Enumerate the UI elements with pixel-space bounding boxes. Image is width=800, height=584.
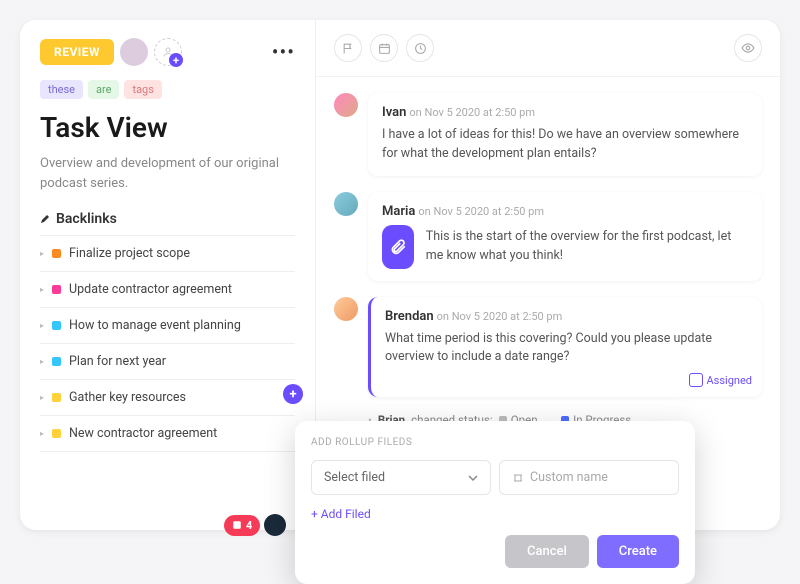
- bottom-collaborators[interactable]: 4: [224, 514, 286, 536]
- add-rollup-modal: ADD ROLLUP FILEDS Select filed Custom na…: [295, 421, 695, 584]
- create-button[interactable]: Create: [597, 535, 679, 568]
- backlink-item[interactable]: ▸How to manage event planning: [40, 308, 295, 344]
- caret-icon: ▸: [40, 393, 44, 402]
- avatar: [264, 514, 286, 536]
- tag[interactable]: tags: [124, 80, 161, 99]
- cancel-button[interactable]: Cancel: [505, 535, 589, 568]
- assignee-avatar[interactable]: [120, 38, 148, 66]
- status-color: [52, 393, 61, 402]
- comment: Maria on Nov 5 2020 at 2:50 pm This is t…: [334, 192, 762, 281]
- custom-name-input[interactable]: Custom name: [499, 460, 679, 495]
- comment-author: Brendan: [385, 309, 434, 324]
- more-menu[interactable]: •••: [272, 40, 295, 64]
- comment-timestamp: on Nov 5 2020 at 2:50 pm: [437, 310, 563, 323]
- comment-text: This is the start of the overview for th…: [426, 228, 748, 266]
- comment-timestamp: on Nov 5 2020 at 2:50 pm: [409, 106, 535, 119]
- backlink-item[interactable]: ▸Update contractor agreement: [40, 272, 295, 308]
- add-assignee-button[interactable]: +: [154, 38, 182, 66]
- text-icon: [512, 472, 524, 484]
- status-color: [52, 357, 61, 366]
- comment: Brendan on Nov 5 2020 at 2:50 pm What ti…: [334, 297, 762, 398]
- avatar: [334, 297, 358, 321]
- left-panel: REVIEW + ••• these are tags Task View Ov…: [20, 20, 316, 530]
- comment-text: What time period is this covering? Could…: [385, 330, 748, 368]
- watch-icon[interactable]: [734, 34, 762, 62]
- backlink-item[interactable]: ▸New contractor agreement: [40, 416, 295, 452]
- avatar: [334, 93, 358, 117]
- pencil-icon: [40, 214, 50, 224]
- comment-text: I have a lot of ideas for this! Do we ha…: [382, 126, 748, 164]
- calendar-icon[interactable]: [370, 34, 398, 62]
- avatar: [334, 192, 358, 216]
- status-color: [52, 321, 61, 330]
- caret-icon: ▸: [40, 357, 44, 366]
- backlink-list: ▸Finalize project scope ▸Update contract…: [40, 235, 295, 452]
- comment: Ivan on Nov 5 2020 at 2:50 pm I have a l…: [334, 93, 762, 176]
- task-title: Task View: [40, 111, 295, 144]
- caret-icon: ▸: [40, 321, 44, 330]
- backlink-item[interactable]: ▸Plan for next year: [40, 344, 295, 380]
- add-backlink-button[interactable]: +: [283, 384, 303, 404]
- caret-icon: ▸: [40, 249, 44, 258]
- status-color: [52, 285, 61, 294]
- comment-timestamp: on Nov 5 2020 at 2:50 pm: [418, 205, 544, 218]
- status-color: [52, 249, 61, 258]
- caret-icon: ▸: [40, 285, 44, 294]
- status-color: [52, 429, 61, 438]
- caret-icon: ▸: [40, 429, 44, 438]
- attachment-icon[interactable]: [382, 225, 414, 269]
- modal-title: ADD ROLLUP FILEDS: [311, 437, 679, 448]
- backlinks-header[interactable]: Backlinks: [40, 211, 295, 227]
- tag[interactable]: these: [40, 80, 83, 99]
- tag[interactable]: are: [88, 80, 119, 99]
- plus-icon: +: [169, 53, 183, 67]
- field-select[interactable]: Select filed: [311, 460, 491, 495]
- clock-icon[interactable]: [406, 34, 434, 62]
- task-topbar: REVIEW + •••: [40, 38, 295, 66]
- assigned-checkbox[interactable]: Assigned: [689, 373, 753, 387]
- backlink-item[interactable]: ▸Gather key resources: [40, 380, 295, 416]
- comment-author: Ivan: [382, 105, 406, 120]
- tag-list: these are tags: [40, 80, 295, 99]
- review-badge: REVIEW: [40, 39, 114, 65]
- activity-toolbar: [316, 20, 780, 77]
- chevron-down-icon: [468, 473, 478, 483]
- task-description: Overview and development of our original…: [40, 154, 295, 193]
- flag-icon[interactable]: [334, 34, 362, 62]
- add-field-link[interactable]: + Add Filed: [311, 507, 679, 521]
- backlink-item[interactable]: ▸Finalize project scope: [40, 236, 295, 272]
- comment-author: Maria: [382, 204, 415, 219]
